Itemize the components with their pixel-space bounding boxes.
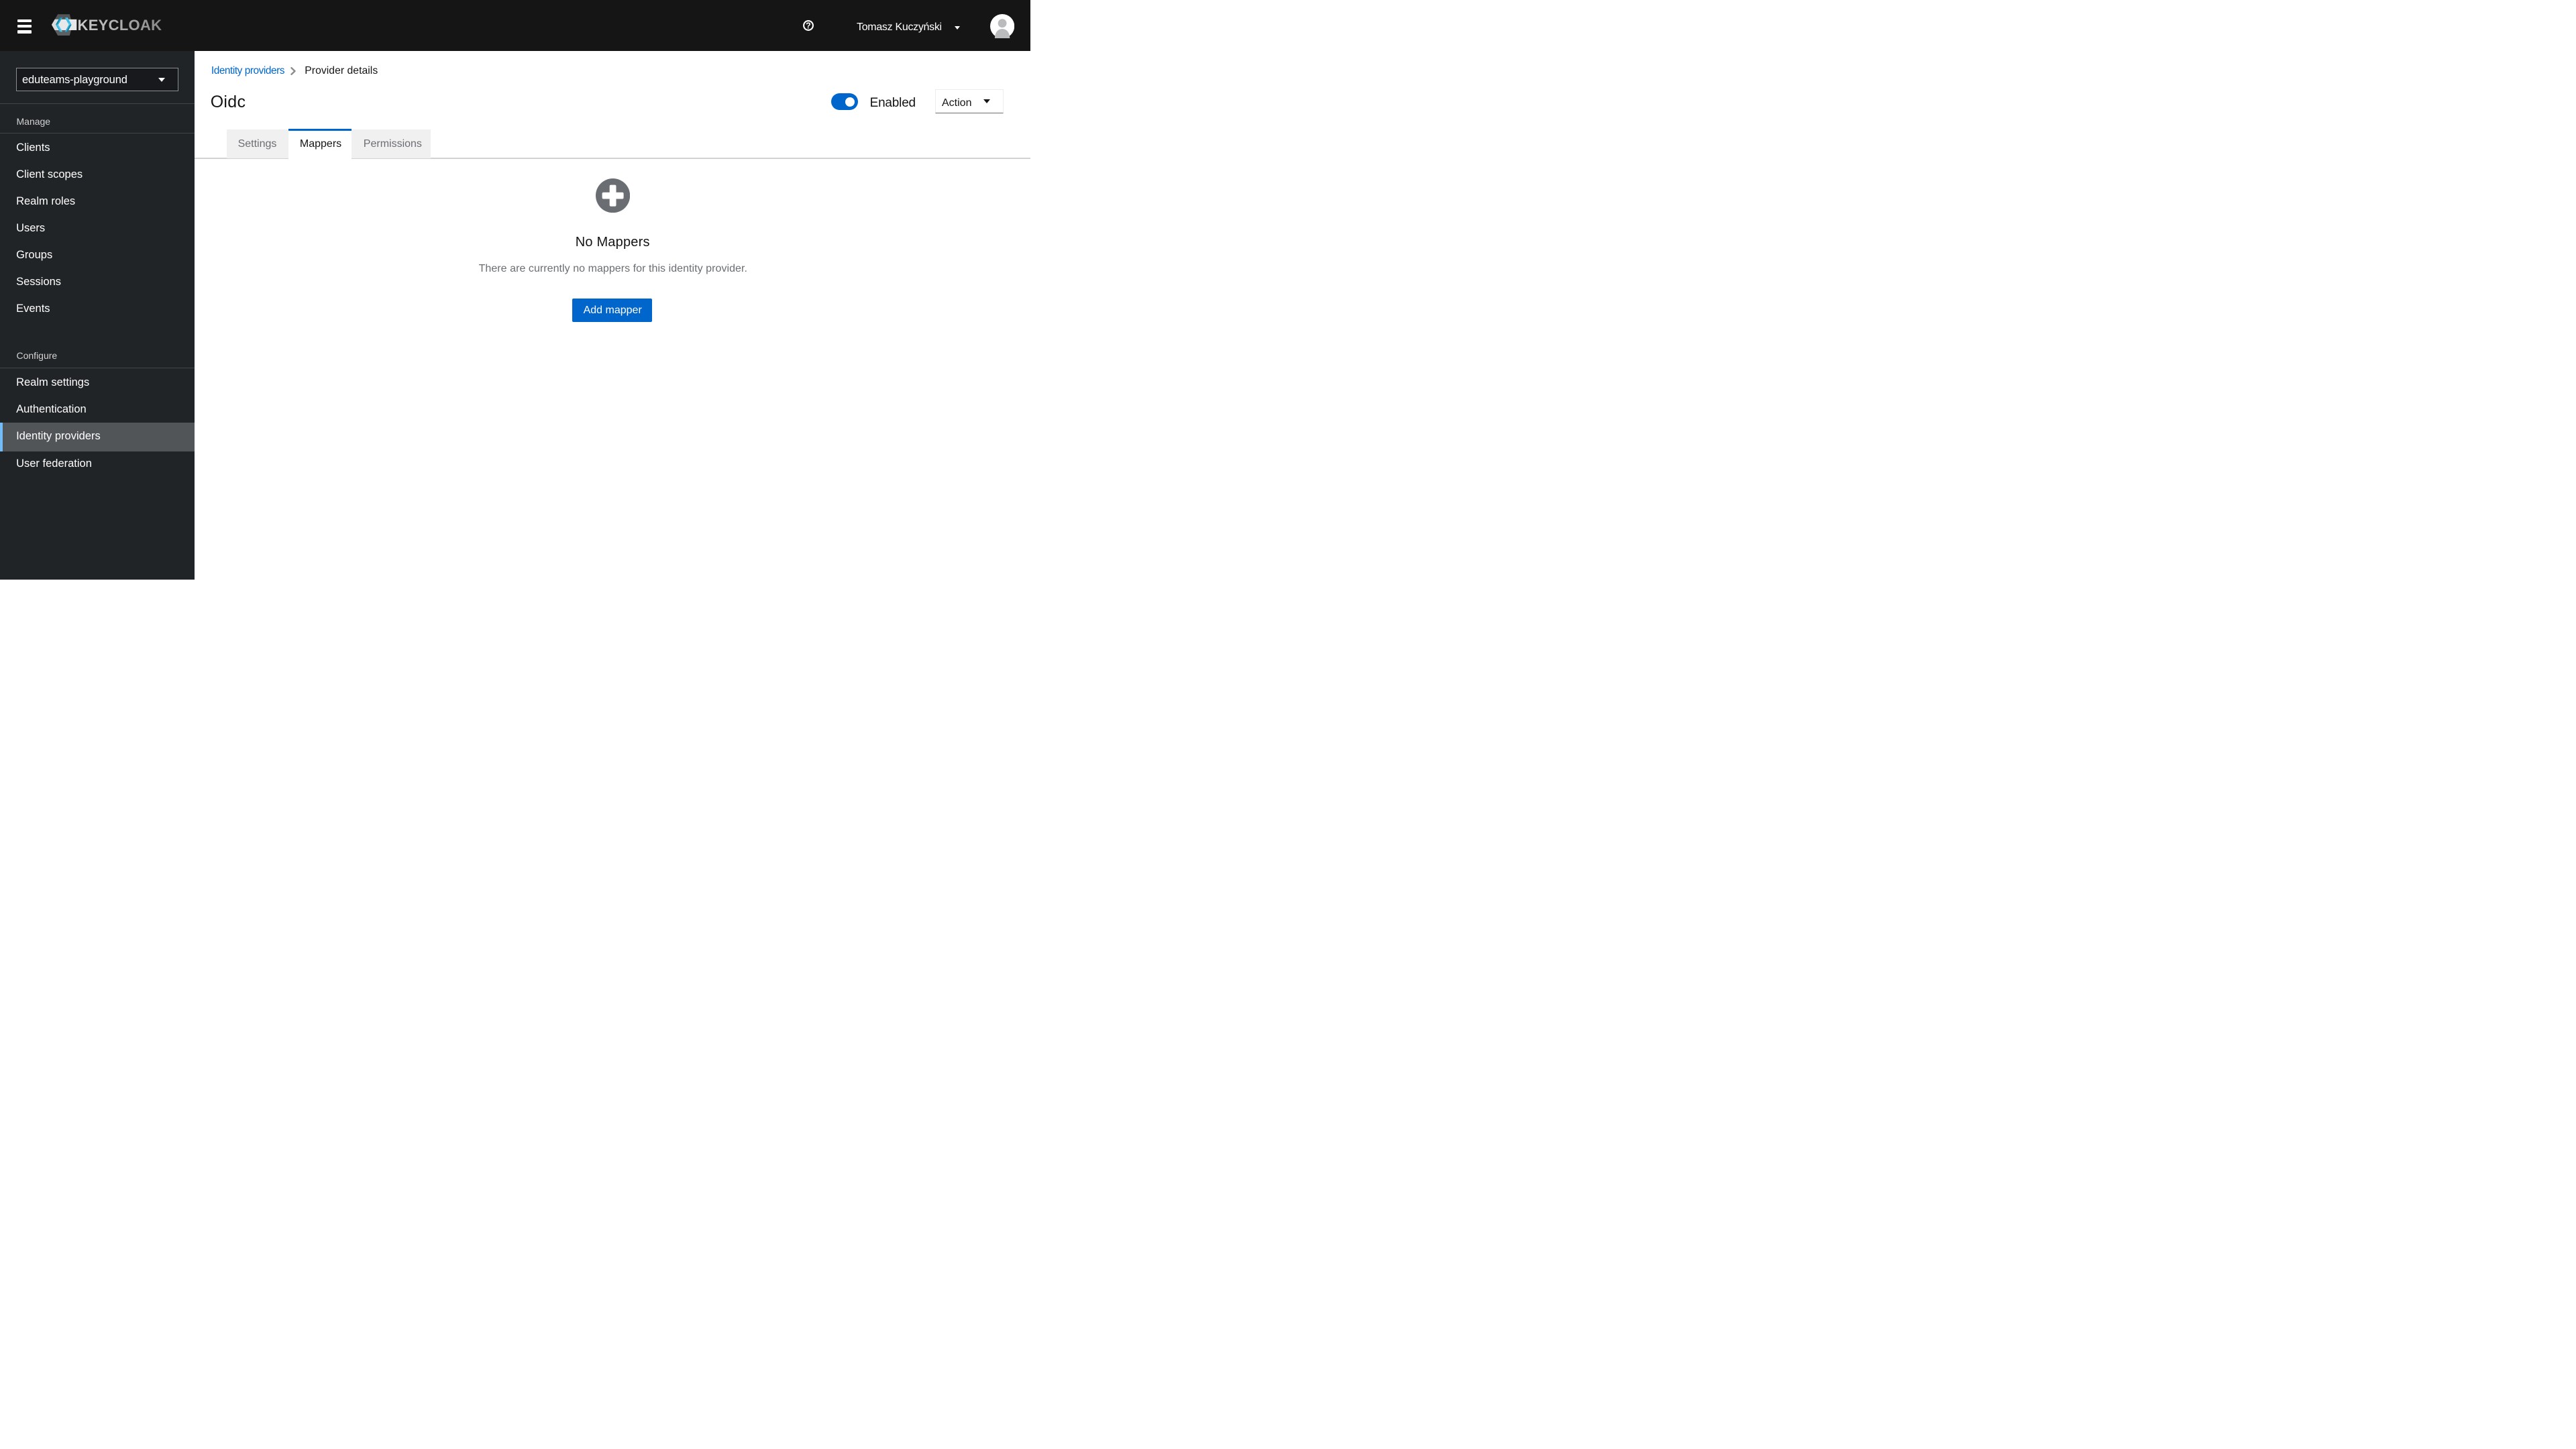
svg-text:?: ? xyxy=(806,21,811,31)
svg-text:KEYCLOAK: KEYCLOAK xyxy=(78,17,162,34)
